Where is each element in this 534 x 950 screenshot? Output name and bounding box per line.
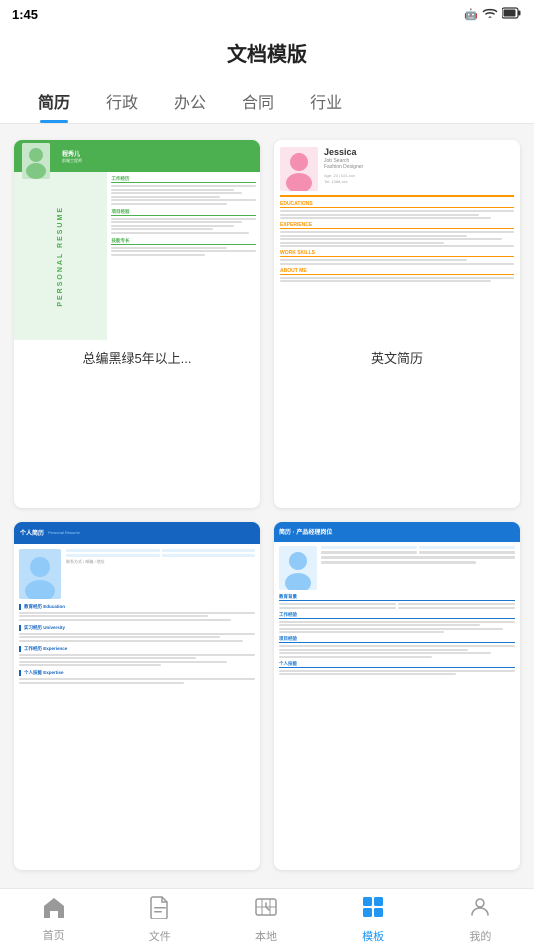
battery-icon <box>502 7 522 22</box>
status-bar: 1:45 🤖 <box>0 0 534 28</box>
tab-industry[interactable]: 行业 <box>292 79 360 123</box>
tab-office[interactable]: 办公 <box>156 79 224 123</box>
template-card-structured[interactable]: 简历 · 产品经理岗位 <box>274 522 520 871</box>
tab-resume[interactable]: 简历 <box>20 79 88 123</box>
status-time: 1:45 <box>12 7 38 22</box>
template-label-english: 英文简历 <box>274 340 520 375</box>
template-preview-structured: 简历 · 产品经理岗位 <box>274 522 520 722</box>
tab-contract[interactable]: 合同 <box>224 79 292 123</box>
tab-admin[interactable]: 行政 <box>88 79 156 123</box>
nav-home[interactable]: 首页 <box>30 890 78 949</box>
wifi-icon <box>482 7 498 22</box>
files-icon <box>149 895 171 925</box>
nav-template-label: 模板 <box>362 928 384 944</box>
template-preview-green: 程秀儿 前端工程师 PERSONAL RESUME 工作经历 <box>14 140 260 340</box>
nav-home-label: 首页 <box>43 927 65 943</box>
template-label-blue <box>14 722 260 738</box>
template-label-structured <box>274 722 520 738</box>
mine-icon <box>468 895 492 925</box>
template-card-english[interactable]: Jessica Job Search Fashion Designer Age:… <box>274 140 520 508</box>
page-title-bar: 文档模版 <box>0 28 534 79</box>
nav-mine[interactable]: 我的 <box>456 889 504 950</box>
nav-files[interactable]: 文件 <box>137 889 183 950</box>
status-icons: 🤖 <box>464 7 522 22</box>
template-card-green[interactable]: 程秀儿 前端工程师 PERSONAL RESUME 工作经历 <box>14 140 260 508</box>
home-icon <box>42 896 66 924</box>
template-label-green: 总编黑绿5年以上... <box>14 340 260 375</box>
nav-local[interactable]: 本地 <box>242 889 290 950</box>
tab-bar: 简历 行政 办公 合同 行业 <box>0 79 534 124</box>
template-preview-blue: 个人简历 Personal Resume <box>14 522 260 722</box>
template-preview-english: Jessica Job Search Fashion Designer Age:… <box>274 140 520 340</box>
nav-local-label: 本地 <box>255 928 277 944</box>
template-grid: 程秀儿 前端工程师 PERSONAL RESUME 工作经历 <box>0 124 534 886</box>
bottom-nav: 首页 文件 本地 <box>0 888 534 950</box>
nav-template[interactable]: 模板 <box>349 889 397 950</box>
nav-files-label: 文件 <box>149 928 171 944</box>
template-icon <box>361 895 385 925</box>
template-card-blue[interactable]: 个人简历 Personal Resume <box>14 522 260 871</box>
android-icon: 🤖 <box>464 8 478 21</box>
nav-mine-label: 我的 <box>469 928 491 944</box>
local-icon <box>254 895 278 925</box>
page-title: 文档模版 <box>0 38 534 67</box>
